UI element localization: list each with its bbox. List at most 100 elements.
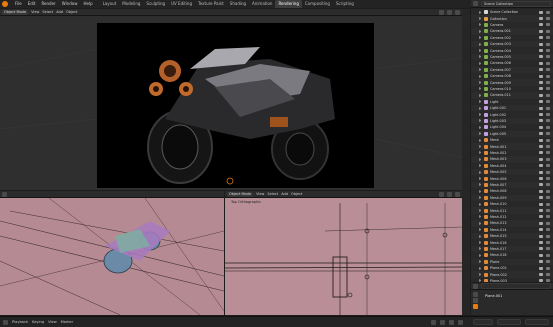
- expand-arrow-icon[interactable]: [479, 170, 482, 174]
- visibility-eye-icon[interactable]: [539, 29, 543, 33]
- expand-arrow-icon[interactable]: [479, 260, 482, 264]
- visibility-eye-icon[interactable]: [539, 119, 543, 123]
- expand-arrow-icon[interactable]: [479, 234, 482, 238]
- render-camera-icon[interactable]: [546, 42, 550, 46]
- properties-search[interactable]: [481, 283, 551, 289]
- tab-sculpting[interactable]: Sculpting: [143, 0, 168, 8]
- properties-editor-icon[interactable]: [473, 283, 478, 289]
- visibility-eye-icon[interactable]: [539, 49, 543, 53]
- tab-compositing[interactable]: Compositing: [302, 0, 333, 8]
- render-camera-icon[interactable]: [546, 183, 550, 187]
- visibility-eye-icon[interactable]: [539, 228, 543, 232]
- menu-edit[interactable]: Edit: [25, 0, 39, 8]
- visibility-eye-icon[interactable]: [539, 36, 543, 40]
- expand-arrow-icon[interactable]: [479, 151, 482, 155]
- render-camera-icon[interactable]: [546, 55, 550, 59]
- visibility-eye-icon[interactable]: [539, 23, 543, 27]
- expand-arrow-icon[interactable]: [479, 241, 482, 245]
- render-camera-icon[interactable]: [546, 164, 550, 168]
- visibility-eye-icon[interactable]: [539, 132, 543, 136]
- render-camera-icon[interactable]: [546, 196, 550, 200]
- render-camera-icon[interactable]: [546, 93, 550, 97]
- expand-arrow-icon[interactable]: [479, 183, 482, 187]
- visibility-eye-icon[interactable]: [539, 273, 543, 277]
- render-camera-icon[interactable]: [546, 209, 550, 213]
- expand-arrow-icon[interactable]: [479, 68, 482, 72]
- visibility-eye-icon[interactable]: [539, 125, 543, 129]
- timeline-menu-view[interactable]: View: [48, 320, 57, 324]
- expand-arrow-icon[interactable]: [479, 10, 482, 14]
- visibility-eye-icon[interactable]: [539, 74, 543, 78]
- render-camera-icon[interactable]: [546, 113, 550, 117]
- visibility-eye-icon[interactable]: [539, 68, 543, 72]
- render-camera-icon[interactable]: [546, 279, 550, 282]
- menu-render[interactable]: Render: [38, 0, 58, 8]
- render-camera-icon[interactable]: [546, 273, 550, 277]
- visibility-eye-icon[interactable]: [539, 209, 543, 213]
- menu-help[interactable]: Help: [80, 0, 95, 8]
- visibility-eye-icon[interactable]: [539, 241, 543, 245]
- render-camera-icon[interactable]: [546, 100, 550, 104]
- visibility-eye-icon[interactable]: [539, 151, 543, 155]
- expand-arrow-icon[interactable]: [479, 266, 482, 270]
- current-frame-field[interactable]: [473, 319, 493, 325]
- timeline-menu-keying[interactable]: Keying: [32, 320, 44, 324]
- visibility-eye-icon[interactable]: [539, 247, 543, 251]
- render-camera-icon[interactable]: [546, 132, 550, 136]
- tab-layout[interactable]: Layout: [100, 0, 120, 8]
- start-frame-field[interactable]: [497, 319, 521, 325]
- visibility-eye-icon[interactable]: [539, 202, 543, 206]
- visibility-eye-icon[interactable]: [539, 234, 543, 238]
- expand-arrow-icon[interactable]: [479, 42, 482, 46]
- render-camera-icon[interactable]: [546, 74, 550, 78]
- visibility-eye-icon[interactable]: [539, 215, 543, 219]
- render-camera-icon[interactable]: [546, 145, 550, 149]
- perspective-viewport[interactable]: [0, 191, 224, 315]
- render-camera-icon[interactable]: [546, 49, 550, 53]
- tool-tab-icon[interactable]: [473, 292, 478, 297]
- play-reverse-icon[interactable]: [440, 319, 445, 325]
- render-camera-icon[interactable]: [546, 61, 550, 65]
- visibility-eye-icon[interactable]: [539, 170, 543, 174]
- expand-arrow-icon[interactable]: [479, 81, 482, 85]
- render-camera-icon[interactable]: [546, 177, 550, 181]
- render-camera-icon[interactable]: [546, 23, 550, 27]
- render-camera-icon[interactable]: [546, 228, 550, 232]
- timeline-menu-playback[interactable]: Playback: [12, 320, 28, 324]
- play-icon[interactable]: [449, 319, 454, 325]
- visibility-eye-icon[interactable]: [539, 157, 543, 161]
- render-camera-icon[interactable]: [546, 157, 550, 161]
- visibility-eye-icon[interactable]: [539, 138, 543, 142]
- tab-rendering[interactable]: Rendering: [275, 0, 302, 8]
- render-camera-icon[interactable]: [546, 253, 550, 257]
- visibility-eye-icon[interactable]: [539, 106, 543, 110]
- render-tab-icon[interactable]: [473, 298, 478, 303]
- tab-modeling[interactable]: Modeling: [119, 0, 143, 8]
- expand-arrow-icon[interactable]: [479, 196, 482, 200]
- outliner-search[interactable]: Scene Collection: [481, 0, 551, 7]
- render-camera-icon[interactable]: [546, 17, 550, 21]
- render-camera-icon[interactable]: [546, 260, 550, 264]
- outliner-row[interactable]: Plane.003: [471, 277, 553, 282]
- render-camera-icon[interactable]: [546, 10, 550, 14]
- visibility-eye-icon[interactable]: [539, 113, 543, 117]
- expand-arrow-icon[interactable]: [479, 273, 482, 277]
- expand-arrow-icon[interactable]: [479, 55, 482, 59]
- expand-arrow-icon[interactable]: [479, 74, 482, 78]
- render-camera-icon[interactable]: [546, 125, 550, 129]
- render-camera-icon[interactable]: [546, 221, 550, 225]
- render-camera-icon[interactable]: [546, 151, 550, 155]
- render-camera-icon[interactable]: [546, 106, 550, 110]
- expand-arrow-icon[interactable]: [479, 49, 482, 53]
- object-tab-icon[interactable]: [473, 304, 478, 309]
- visibility-eye-icon[interactable]: [539, 279, 543, 282]
- outliner-editor-icon[interactable]: [473, 1, 478, 6]
- expand-arrow-icon[interactable]: [479, 113, 482, 117]
- visibility-eye-icon[interactable]: [539, 42, 543, 46]
- visibility-eye-icon[interactable]: [539, 100, 543, 104]
- timeline-editor-icon[interactable]: [3, 319, 8, 325]
- render-camera-icon[interactable]: [546, 119, 550, 123]
- expand-arrow-icon[interactable]: [479, 215, 482, 219]
- render-camera-icon[interactable]: [546, 170, 550, 174]
- visibility-eye-icon[interactable]: [539, 17, 543, 21]
